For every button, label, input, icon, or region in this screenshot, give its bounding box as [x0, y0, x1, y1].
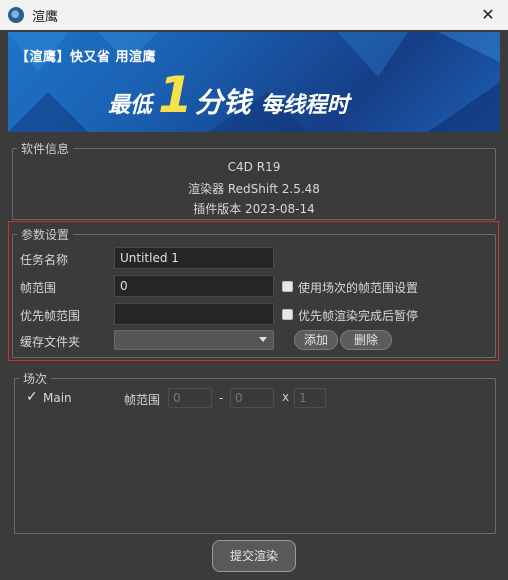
- banner-slogan: 【渲鹰】快又省 用渲鹰: [16, 50, 157, 65]
- scene-main-check-icon[interactable]: ✓: [26, 389, 38, 405]
- scene-multiplier-x: x: [282, 390, 290, 404]
- use-scene-range-checkbox[interactable]: [282, 281, 293, 292]
- close-button[interactable]: ✕: [478, 5, 498, 25]
- scene-range-to-input[interactable]: 0: [230, 388, 274, 408]
- frame-range-input[interactable]: 0: [114, 275, 274, 297]
- app-logo-icon: [8, 7, 24, 23]
- cache-folder-dropdown[interactable]: [114, 330, 274, 350]
- promo-banner[interactable]: 【渲鹰】快又省 用渲鹰 最低 1 分钱 每线程时: [8, 32, 500, 132]
- task-name-label: 任务名称: [20, 253, 69, 267]
- use-scene-range-label[interactable]: 使用场次的帧范围设置: [298, 279, 418, 296]
- pause-after-priority-label[interactable]: 优先帧渲染完成后暂停: [298, 307, 418, 324]
- banner-headline: 最低 1 分钱 每线程时: [108, 70, 349, 121]
- renderer-version: 渲染器 RedShift 2.5.48: [188, 182, 320, 196]
- add-folder-button[interactable]: 添加: [294, 330, 338, 350]
- banner-suffix: 每线程时: [260, 93, 349, 118]
- banner-price-unit: 分钱: [194, 86, 251, 119]
- plugin-version: 插件版本 2023-08-14: [193, 202, 315, 216]
- scene-range-from-input[interactable]: 0: [168, 388, 212, 408]
- title-bar: 渲鹰 ✕: [0, 0, 508, 30]
- task-name-input[interactable]: Untitled 1: [114, 247, 274, 269]
- banner-price-number: 1: [158, 66, 193, 124]
- priority-range-input[interactable]: [114, 303, 274, 325]
- chevron-down-icon: [259, 337, 267, 342]
- pause-after-priority-checkbox[interactable]: [282, 309, 293, 320]
- scene-count-input[interactable]: 1: [294, 388, 326, 408]
- frame-range-label: 帧范围: [20, 281, 57, 295]
- scene-main-name: Main: [43, 391, 72, 405]
- scene-frame-range-label: 帧范围: [124, 393, 161, 407]
- submit-render-button[interactable]: 提交渲染: [212, 540, 296, 572]
- scenes-legend: 场次: [23, 372, 48, 386]
- cache-folder-label: 缓存文件夹: [20, 335, 81, 349]
- delete-folder-button[interactable]: 删除: [340, 330, 392, 350]
- software-info-legend: 软件信息: [21, 142, 70, 156]
- priority-range-label: 优先帧范围: [20, 309, 81, 323]
- window-title: 渲鹰: [32, 9, 59, 25]
- app-version: C4D R19: [227, 160, 281, 174]
- scene-range-dash: -: [219, 391, 224, 405]
- params-legend: 参数设置: [21, 228, 70, 242]
- banner-prefix: 最低: [108, 93, 153, 118]
